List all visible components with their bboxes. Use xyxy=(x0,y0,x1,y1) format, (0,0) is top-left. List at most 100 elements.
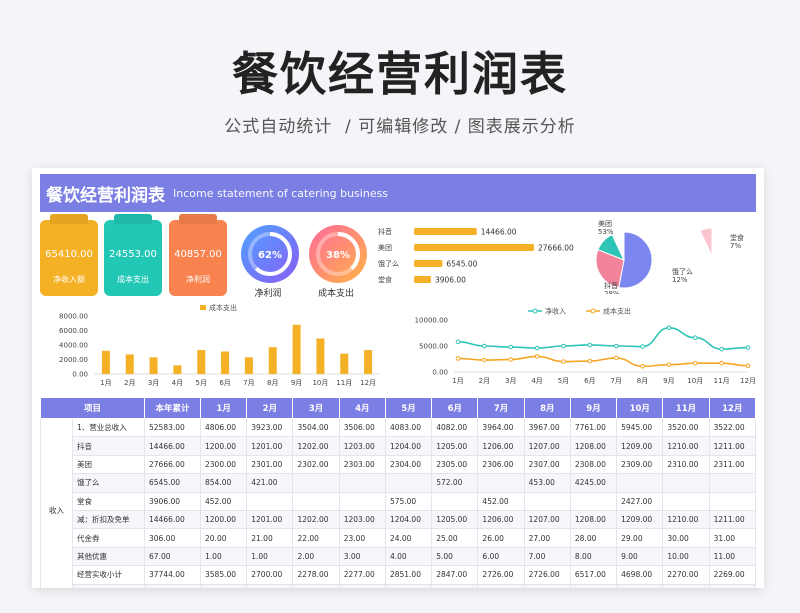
table-cell[interactable]: 2308.00 xyxy=(569,454,618,475)
table-cell[interactable]: 1、营业总收入 xyxy=(71,417,146,438)
table-cell[interactable]: 6.00 xyxy=(477,546,525,567)
table-cell[interactable]: 2309.00 xyxy=(616,454,664,475)
table-cell[interactable]: 2303.00 xyxy=(338,583,386,588)
table-cell[interactable]: 4806.00 xyxy=(200,417,248,438)
table-cell[interactable]: 24.00 xyxy=(384,528,433,548)
table-cell[interactable]: 2270.00 xyxy=(662,565,710,585)
table-cell[interactable]: 代金券 xyxy=(71,528,146,548)
table-cell[interactable]: 2307.00 xyxy=(523,583,571,588)
table-cell[interactable]: 2309.00 xyxy=(616,583,664,588)
table-cell[interactable]: 减：折扣及免单 xyxy=(71,509,146,530)
table-cell[interactable]: 452.00 xyxy=(200,491,248,511)
table-cell[interactable]: 2726.00 xyxy=(477,565,525,585)
table-cell[interactable]: 2311.00 xyxy=(708,454,757,475)
table-cell[interactable]: 67.00 xyxy=(144,546,202,567)
table-cell[interactable]: 2700.00 xyxy=(246,565,294,585)
table-cell[interactable]: 2300.00 xyxy=(200,454,248,475)
table-cell[interactable] xyxy=(662,473,710,493)
table-cell[interactable]: 1206.00 xyxy=(477,509,525,530)
table-cell[interactable]: 575.00 xyxy=(384,491,433,511)
table-cell[interactable]: 2269.00 xyxy=(708,565,757,585)
table-cell[interactable]: 6517.00 xyxy=(569,565,618,585)
table-cell[interactable]: 854.00 xyxy=(200,473,248,493)
table-cell[interactable]: 20.00 xyxy=(200,528,248,548)
table-cell[interactable]: 2310.00 xyxy=(662,583,710,588)
table-cell[interactable]: 27666.00 xyxy=(144,454,202,475)
table-cell[interactable]: 经营实收小计 xyxy=(71,565,146,585)
table-cell[interactable]: 1207.00 xyxy=(523,436,571,456)
table-cell[interactable]: 1202.00 xyxy=(292,436,340,456)
table-cell[interactable]: 3.00 xyxy=(338,546,386,567)
table-cell[interactable] xyxy=(338,491,386,511)
table-cell[interactable]: 26.00 xyxy=(477,528,525,548)
table-cell[interactable] xyxy=(708,491,757,511)
table-cell[interactable]: 2301.00 xyxy=(246,583,294,588)
table-cell[interactable]: 1204.00 xyxy=(384,509,433,530)
table-cell[interactable]: 3522.00 xyxy=(708,417,757,438)
table-cell[interactable]: 14466.00 xyxy=(144,436,202,456)
table-cell[interactable] xyxy=(523,491,571,511)
table-cell[interactable] xyxy=(569,491,618,511)
table-cell[interactable]: 14466.00 xyxy=(144,509,202,530)
table-cell[interactable]: 22.00 xyxy=(292,528,340,548)
table-cell[interactable]: 2302.00 xyxy=(292,454,340,475)
table-cell[interactable]: 1205.00 xyxy=(431,509,479,530)
table-cell[interactable]: 2308.00 xyxy=(569,583,618,588)
table-cell[interactable] xyxy=(246,491,294,511)
table-cell[interactable]: 2278.00 xyxy=(292,565,340,585)
table-cell[interactable]: 5945.00 xyxy=(616,417,664,438)
table-cell[interactable]: 2302.00 xyxy=(292,583,340,588)
table-cell[interactable]: 11.00 xyxy=(708,546,757,567)
table-cell[interactable] xyxy=(708,473,757,493)
table-cell[interactable]: 31.00 xyxy=(708,528,757,548)
table-cell[interactable]: 1211.00 xyxy=(708,436,757,456)
table-cell[interactable]: 572.00 xyxy=(431,473,479,493)
table-cell[interactable]: 2、其他收入 xyxy=(71,583,146,588)
table-cell[interactable]: 3585.00 xyxy=(200,565,248,585)
table-cell[interactable]: 25.00 xyxy=(431,528,479,548)
table-cell[interactable]: 27666.00 xyxy=(144,583,202,588)
table-cell[interactable]: 2311.00 xyxy=(708,583,757,588)
table-cell[interactable]: 2277.00 xyxy=(338,565,386,585)
table-cell[interactable]: 1209.00 xyxy=(616,509,664,530)
table-cell[interactable]: 1211.00 xyxy=(708,509,757,530)
table-cell[interactable]: 3967.00 xyxy=(523,417,571,438)
table-cell[interactable]: 1203.00 xyxy=(338,436,386,456)
table-cell[interactable] xyxy=(477,473,525,493)
table-cell[interactable]: 1206.00 xyxy=(477,436,525,456)
table-cell[interactable]: 美团 xyxy=(71,454,146,475)
table-cell[interactable] xyxy=(431,491,479,511)
table-cell[interactable]: 306.00 xyxy=(144,528,202,548)
table-cell[interactable]: 2304.00 xyxy=(384,583,433,588)
table-cell[interactable]: 1201.00 xyxy=(246,436,294,456)
table-cell[interactable]: 30.00 xyxy=(662,528,710,548)
table-cell[interactable]: 21.00 xyxy=(246,528,294,548)
table-cell[interactable]: 2427.00 xyxy=(616,491,664,511)
table-cell[interactable]: 1205.00 xyxy=(431,436,479,456)
table-cell[interactable]: 其他优惠 xyxy=(71,546,146,567)
table-cell[interactable]: 28.00 xyxy=(569,528,618,548)
table-cell[interactable]: 37744.00 xyxy=(144,565,202,585)
table-cell[interactable]: 1207.00 xyxy=(523,509,571,530)
table-cell[interactable]: 2303.00 xyxy=(338,454,386,475)
table-cell[interactable]: 堂食 xyxy=(71,491,146,511)
table-cell[interactable]: 2726.00 xyxy=(523,565,571,585)
table-cell[interactable]: 2305.00 xyxy=(431,454,479,475)
table-cell[interactable]: 2306.00 xyxy=(477,583,525,588)
table-cell[interactable]: 421.00 xyxy=(246,473,294,493)
table-cell[interactable]: 7761.00 xyxy=(569,417,618,438)
table-cell[interactable]: 1209.00 xyxy=(616,436,664,456)
table-cell[interactable]: 1201.00 xyxy=(246,509,294,530)
table-cell[interactable] xyxy=(384,473,433,493)
table-cell[interactable]: 抖音 xyxy=(71,436,146,456)
table-cell[interactable]: 27.00 xyxy=(523,528,571,548)
table-cell[interactable] xyxy=(338,473,386,493)
table-cell[interactable]: 饿了么 xyxy=(71,473,146,493)
table-cell[interactable]: 3906.00 xyxy=(144,491,202,511)
table-cell[interactable]: 4.00 xyxy=(384,546,433,567)
table-cell[interactable]: 2.00 xyxy=(292,546,340,567)
table-cell[interactable]: 23.00 xyxy=(338,528,386,548)
table-cell[interactable]: 3964.00 xyxy=(477,417,525,438)
table-cell[interactable]: 3520.00 xyxy=(662,417,710,438)
table-cell[interactable]: 9.00 xyxy=(616,546,664,567)
